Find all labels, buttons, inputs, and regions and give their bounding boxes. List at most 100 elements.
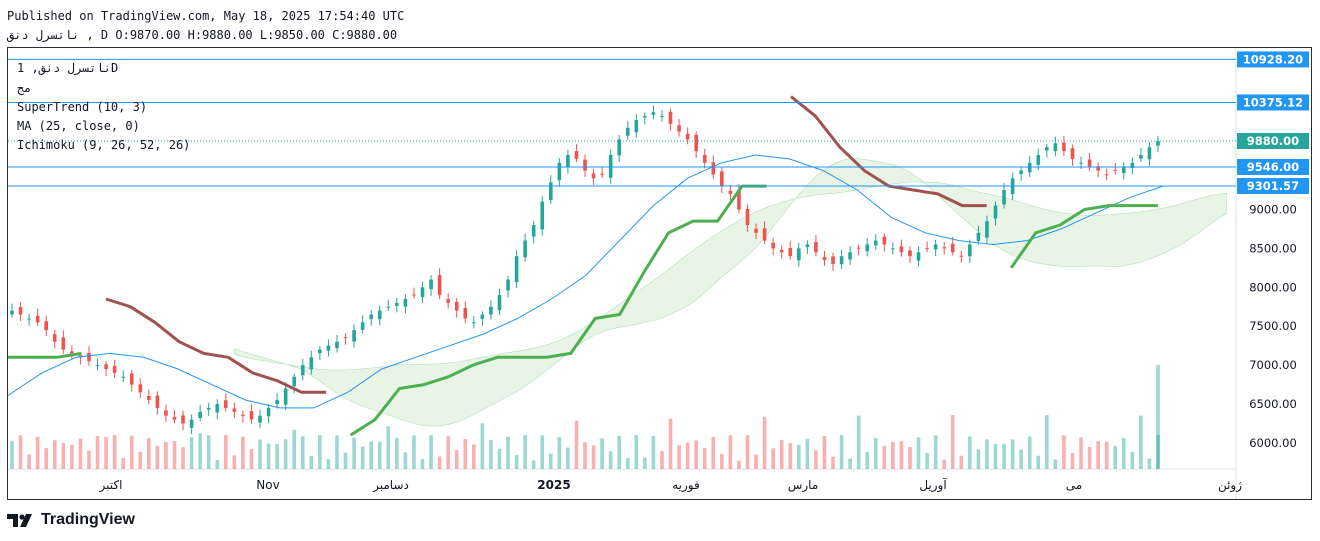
volume-bar	[377, 441, 382, 469]
ma-line	[7, 154, 1164, 409]
volume-bar	[950, 415, 955, 469]
volume-bar-last	[1156, 365, 1160, 469]
candle-body	[1156, 140, 1160, 146]
candle-body	[138, 384, 143, 393]
candle-body	[232, 408, 237, 412]
candle-body	[668, 111, 673, 124]
candle-body	[1002, 190, 1006, 205]
volume-bar	[1130, 452, 1135, 469]
volume-bar	[249, 449, 254, 469]
volume-bar	[27, 454, 31, 469]
candle-body	[249, 411, 254, 420]
volume-bar	[343, 452, 348, 469]
volume-bar	[395, 437, 399, 469]
candle-body	[916, 252, 921, 261]
candle-body	[429, 279, 433, 290]
x-tick-label: مارس	[788, 478, 819, 493]
candle-body	[950, 243, 955, 253]
volume-bar	[429, 435, 433, 469]
candle-body	[531, 225, 536, 237]
volume-bar	[352, 437, 356, 469]
volume-bar	[1036, 455, 1041, 469]
last-price-label: 9880.00	[1247, 134, 1299, 148]
candle-body	[155, 395, 160, 408]
x-tick-label: ژوئن	[1218, 478, 1242, 493]
legend-ichimoku[interactable]: Ichimoku (9, 26, 52, 26)	[17, 138, 190, 152]
volume-bar	[540, 435, 545, 469]
candle-body	[463, 307, 468, 319]
candle-body	[164, 410, 168, 416]
volume-bar	[386, 426, 391, 469]
volume-bar	[232, 455, 237, 469]
candle-body	[44, 321, 49, 331]
candle-body	[454, 301, 459, 311]
candle-body	[1045, 147, 1049, 151]
candle-body	[942, 247, 946, 249]
volume-bar	[454, 450, 459, 469]
candle-body	[540, 201, 545, 230]
volume-bar	[882, 446, 887, 469]
volume-bar	[600, 438, 604, 469]
volume-bar	[403, 452, 408, 469]
y-tick-label: 6500.00	[1249, 397, 1297, 411]
candle-body	[745, 208, 750, 226]
candle-body	[215, 404, 220, 413]
volume-bar	[78, 438, 83, 469]
candle-body	[720, 171, 724, 187]
legend-ma[interactable]: MA (25, close, 0)	[17, 119, 140, 133]
volume-bar	[942, 459, 946, 469]
volume-bar	[608, 451, 613, 469]
volume-bar	[335, 435, 339, 469]
y-tick-label: 6000.00	[1249, 436, 1297, 450]
candle-body	[403, 298, 408, 307]
candle-body	[104, 364, 108, 370]
candle-body	[412, 294, 416, 296]
candle-body	[129, 373, 134, 385]
candle-body	[360, 322, 365, 330]
candle-body	[643, 116, 647, 118]
volume-bar	[634, 435, 639, 469]
volume-bar	[523, 435, 527, 469]
legend-supertrend[interactable]: SuperTrend (10, 3)	[17, 100, 147, 114]
candle-body	[1079, 162, 1083, 164]
volume-bar	[839, 435, 844, 469]
volume-bar	[557, 437, 562, 469]
candle-body	[10, 310, 14, 315]
price-chart[interactable]: 10928.20 10375.12 9546.00 9301.57 9880.00 600…	[7, 48, 1311, 499]
volume-bar	[480, 423, 485, 469]
candle-body	[87, 352, 91, 362]
chart-frame[interactable]: 10928.20 10375.12 9546.00 9301.57 9880.00 600…	[7, 47, 1312, 500]
candle-body	[147, 396, 151, 401]
volume-bar	[959, 455, 964, 469]
candle-body	[335, 341, 339, 349]
volume-bar	[1087, 446, 1092, 469]
volume-bar	[668, 418, 673, 469]
candle-body	[1070, 148, 1075, 159]
candle-body	[873, 240, 878, 246]
y-tick-label: 9000.00	[1249, 202, 1297, 216]
candle-body	[788, 247, 793, 257]
volume-bar	[224, 435, 228, 469]
volume-bar	[1096, 441, 1100, 469]
volume-bar	[437, 456, 442, 469]
volume-bar	[711, 437, 716, 469]
volume-bar	[147, 438, 151, 469]
volume-bar	[104, 437, 108, 469]
volume-bar	[856, 415, 861, 469]
candle-body	[523, 240, 527, 258]
x-tick-label: اکتبر	[99, 478, 123, 493]
candle-body	[557, 162, 562, 181]
candle-body	[993, 205, 998, 219]
volume-bar	[694, 440, 698, 469]
volume-bar	[155, 445, 160, 469]
volume-bar	[266, 443, 271, 469]
candle-body	[506, 279, 510, 291]
tradingview-logo[interactable]: TradingView	[7, 511, 135, 529]
candle-body	[822, 256, 827, 261]
candle-body	[70, 351, 74, 354]
volume-bar	[737, 460, 741, 469]
candle-body	[865, 244, 870, 252]
volume-bar	[702, 447, 707, 469]
candle-body	[480, 314, 485, 319]
candle-body	[591, 173, 596, 179]
